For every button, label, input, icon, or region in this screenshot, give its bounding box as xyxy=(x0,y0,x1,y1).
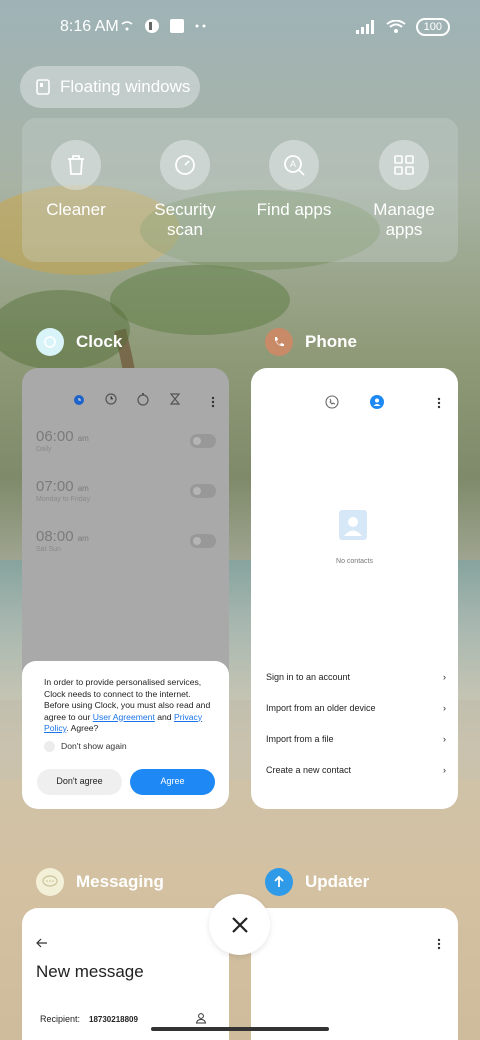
floating-window-icon xyxy=(36,79,50,95)
grid-icon xyxy=(394,155,414,175)
alarm-toggle[interactable] xyxy=(190,484,216,498)
clock-more-icon[interactable] xyxy=(211,396,215,408)
phone-more-icon[interactable] xyxy=(437,397,441,409)
security-scan-icon xyxy=(175,155,195,175)
dont-show-again-label: Don't show again xyxy=(61,740,127,751)
new-message-heading: New message xyxy=(36,962,144,981)
messaging-app-card[interactable]: New message Recipient: 18730218809 xyxy=(22,908,229,1040)
trash-icon xyxy=(68,155,84,175)
messaging-app-icon xyxy=(36,868,64,896)
updater-more-icon[interactable] xyxy=(437,938,441,950)
floating-windows-button[interactable]: Floating windows xyxy=(20,66,200,108)
alarm-item[interactable]: 06:00 am Daily xyxy=(36,428,216,453)
phone-app-card[interactable]: No contacts Sign in to an account › Impor… xyxy=(251,368,458,809)
manage-apps-button[interactable]: Manage apps xyxy=(354,140,454,240)
alarm-repeat: Monday to Friday xyxy=(36,496,91,503)
alarm-repeat: Sat Sun xyxy=(36,546,61,553)
import-file-item[interactable]: Import from a file › xyxy=(266,734,446,744)
phone-header[interactable]: Phone xyxy=(265,328,357,356)
contact-picker-icon[interactable] xyxy=(195,1012,207,1024)
quick-actions-panel: Cleaner Security scan A Find apps Manage… xyxy=(22,118,458,262)
empty-contacts-icon xyxy=(339,510,367,540)
status-time: 8:16 AM xyxy=(60,18,119,35)
back-arrow-icon[interactable] xyxy=(36,938,48,948)
alarm-item[interactable]: 07:00 am Monday to Friday xyxy=(36,478,216,503)
phone-title: Phone xyxy=(305,332,357,351)
find-apps-icon: A xyxy=(284,155,305,176)
alarm-toggle[interactable] xyxy=(190,434,216,448)
recipient-value[interactable]: 18730218809 xyxy=(89,1015,138,1024)
recipient-label: Recipient: xyxy=(40,1014,81,1024)
alarm-time: 07:00 am xyxy=(36,478,89,495)
more-dots-icon xyxy=(195,24,206,28)
clock-app-icon xyxy=(36,328,64,356)
no-contacts-label: No contacts xyxy=(336,558,373,565)
clock-title: Clock xyxy=(76,332,123,351)
find-apps-label: Find apps xyxy=(256,200,332,219)
square-notification-icon xyxy=(170,19,184,33)
floating-windows-label: Floating windows xyxy=(60,77,191,96)
import-older-device-item[interactable]: Import from an older device › xyxy=(266,703,446,713)
alarm-time: 06:00 am xyxy=(36,428,89,445)
wifi-call-icon xyxy=(121,21,133,31)
signal-icon xyxy=(355,20,374,34)
updater-title: Updater xyxy=(305,872,370,891)
find-apps-button[interactable]: A Find apps xyxy=(244,140,344,220)
chevron-right-icon: › xyxy=(443,672,446,682)
alarm-repeat: Daily xyxy=(36,446,52,453)
clock-app-card[interactable]: 06:00 am Daily 07:00 am Monday to Friday… xyxy=(22,368,229,809)
cleaner-label: Cleaner xyxy=(46,200,106,219)
manage-apps-label: Manage apps xyxy=(373,200,435,239)
status-bar: 8:16 AM 100 xyxy=(0,0,480,56)
updater-app-icon xyxy=(265,868,293,896)
clear-all-button[interactable] xyxy=(209,894,270,955)
user-agreement-link[interactable]: User Agreement xyxy=(93,712,155,722)
wifi-icon xyxy=(386,20,406,33)
home-indicator[interactable] xyxy=(151,1027,329,1031)
alarm-item[interactable]: 08:00 am Sat Sun xyxy=(36,528,216,553)
contacts-tab-icon[interactable] xyxy=(370,395,384,409)
timer-tab-icon[interactable] xyxy=(168,392,182,406)
world-clock-tab-icon[interactable] xyxy=(104,392,118,406)
checkbox-circle[interactable] xyxy=(44,740,55,752)
alarm-time: 08:00 am xyxy=(36,528,89,545)
updater-app-card[interactable] xyxy=(251,908,458,1040)
chevron-right-icon: › xyxy=(443,734,446,744)
messaging-title: Messaging xyxy=(76,872,164,891)
create-contact-item[interactable]: Create a new contact › xyxy=(266,765,446,775)
close-icon xyxy=(231,916,248,933)
chevron-right-icon: › xyxy=(443,703,446,713)
security-scan-button[interactable]: Security scan xyxy=(135,140,235,240)
agree-button[interactable]: Agree xyxy=(130,769,215,795)
alarm-toggle[interactable] xyxy=(190,534,216,548)
security-scan-label: Security scan xyxy=(154,200,216,239)
messaging-header[interactable]: Messaging xyxy=(36,868,164,896)
consent-dialog: In order to provide personalised service… xyxy=(22,661,229,809)
updater-header[interactable]: Updater xyxy=(265,868,369,896)
phone-app-icon xyxy=(265,328,293,356)
battery-indicator: 100 xyxy=(415,18,450,36)
svg-text:A: A xyxy=(290,159,296,169)
cleaner-button[interactable]: Cleaner xyxy=(26,140,126,220)
stopwatch-tab-icon[interactable] xyxy=(136,392,150,406)
consent-text: In order to provide personalised service… xyxy=(44,677,211,733)
dont-show-again-checkbox[interactable]: Don't show again xyxy=(44,741,215,753)
chevron-right-icon: › xyxy=(443,765,446,775)
clock-header[interactable]: Clock xyxy=(36,328,122,356)
alarm-tab-icon[interactable] xyxy=(72,392,86,406)
call-log-tab-icon[interactable] xyxy=(325,395,339,409)
app-notification-icon xyxy=(145,19,159,33)
dont-agree-button[interactable]: Don't agree xyxy=(37,769,122,795)
sign-in-account-item[interactable]: Sign in to an account › xyxy=(266,672,446,682)
